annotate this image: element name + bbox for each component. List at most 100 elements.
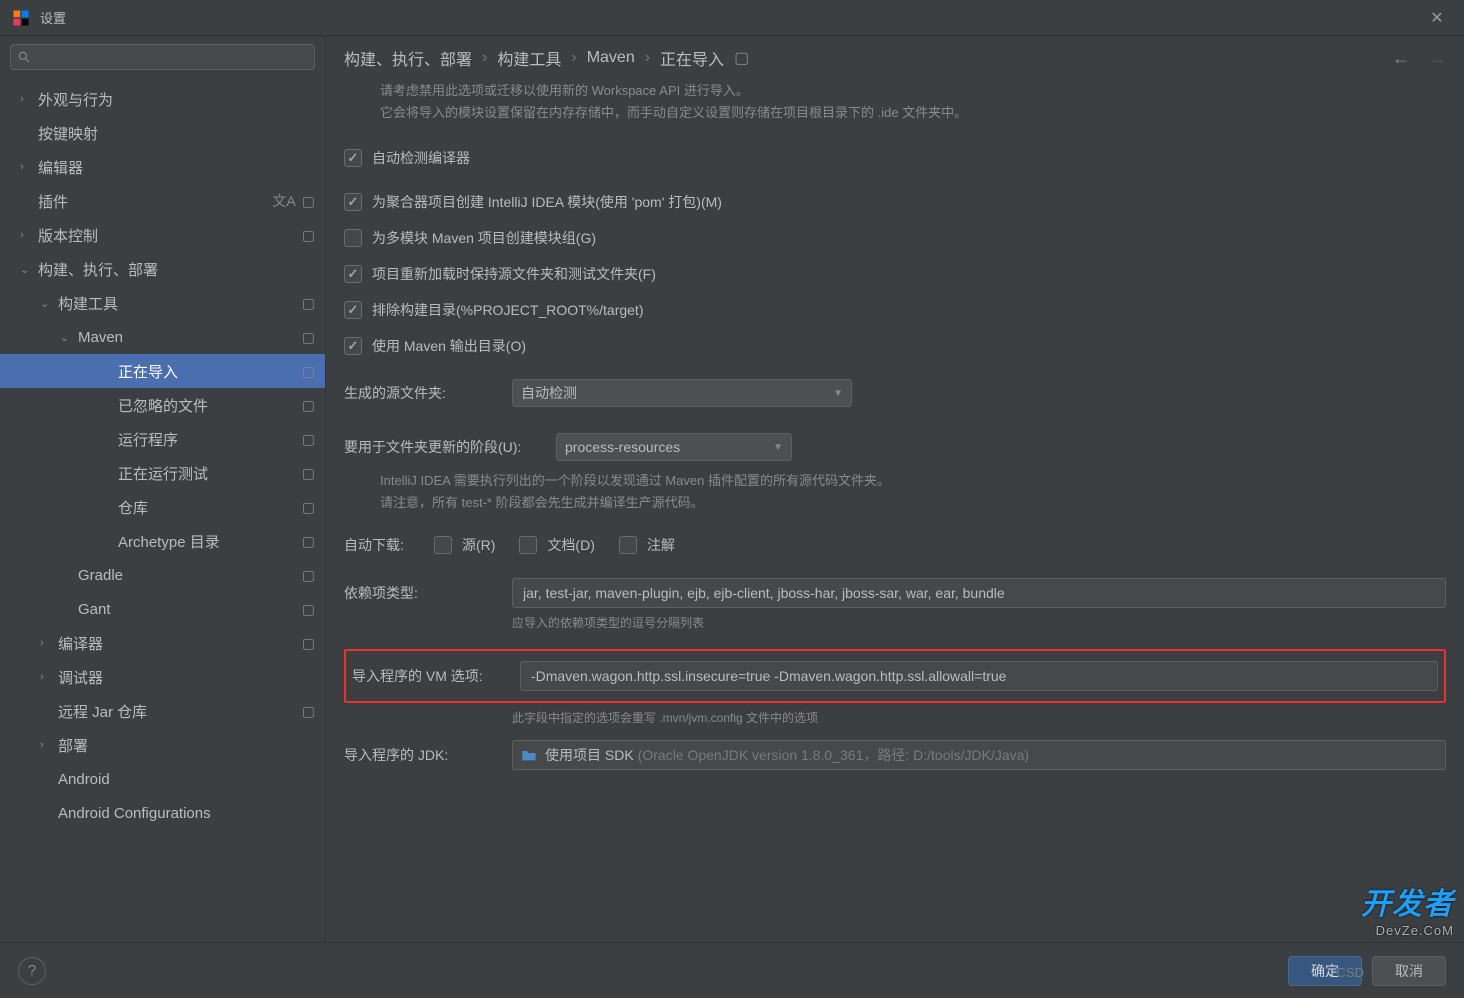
breadcrumb: 构建、执行、部署› 构建工具› Maven› 正在导入 ▢ ← → [326,36,1464,80]
dropdown-gen-src[interactable]: 自动检测▼ [512,379,852,407]
checkbox-exclude-build[interactable] [344,301,362,319]
nav-back-icon[interactable]: ← [1392,48,1410,69]
tree-item-label: 插件 [38,191,266,212]
tree-item-label: 调试器 [58,667,315,688]
tree-item[interactable]: Android Configurations [0,796,325,830]
tree-arrow-icon: › [20,229,34,241]
tree-item[interactable]: 运行程序▢ [0,422,325,456]
breadcrumb-item[interactable]: 构建、执行、部署 [344,46,472,70]
tree-item[interactable]: 正在运行测试▢ [0,456,325,490]
tree-item[interactable]: 仓库 ▢ [0,490,325,524]
label-gen-src: 生成的源文件夹: [344,383,512,403]
tree-item[interactable]: ›外观与行为 [0,82,325,116]
lang-badge-icon: 文A [272,191,295,211]
checkbox-multi-module[interactable] [344,229,362,247]
help-button[interactable]: ? [18,957,46,985]
window-title: 设置 [40,8,1422,27]
app-icon [12,9,30,27]
project-badge-icon: ▢ [302,703,315,720]
breadcrumb-item[interactable]: 构建工具 [497,46,561,70]
input-dep-types[interactable] [512,578,1446,608]
project-badge-icon: ▢ [302,227,315,244]
tree-item-label: Gant [78,601,296,618]
tree-item[interactable]: ›版本控制▢ [0,218,325,252]
tree-item[interactable]: ›调试器 [0,660,325,694]
hint-dep-types: 应导入的依赖项类型的逗号分隔列表 [512,614,1446,631]
project-badge-icon: ▢ [302,499,315,516]
dropdown-jdk[interactable]: 使用项目 SDK (Oracle OpenJDK version 1.8.0_3… [512,740,1446,770]
tree-item-label: 仓库 [118,497,296,518]
tree-arrow-icon: › [20,161,34,173]
tree-item-label: 运行程序 [118,429,296,450]
folder-icon [521,748,537,762]
tree-item-label: Android Configurations [58,805,315,822]
tree-item-label: 正在运行测试 [118,463,296,484]
checkbox-label: 为聚合器项目创建 IntelliJ IDEA 模块(使用 'pom' 打包)(M… [372,192,722,212]
tree-item-label: 编辑器 [38,157,315,178]
tree-item[interactable]: 远程 Jar 仓库 ▢ [0,694,325,728]
label-vm-opts: 导入程序的 VM 选项: [352,666,520,686]
project-badge-icon: ▢ [302,601,315,618]
tree-arrow-icon: ⌄ [20,263,34,276]
tree-arrow-icon: ⌄ [60,331,74,344]
tree-item-label: Android [58,771,315,788]
tree-item-label: Gradle [78,567,296,584]
search-input[interactable] [37,50,308,65]
tree-arrow-icon: › [40,637,54,649]
dropdown-phase[interactable]: process-resources▼ [556,433,792,461]
checkbox-doc[interactable] [519,536,537,554]
checkbox-auto-detect[interactable] [344,149,362,167]
tree-item[interactable]: Gant ▢ [0,592,325,626]
tree-item[interactable]: › 编辑器 [0,150,325,184]
tree-item-label: Maven [78,329,296,346]
tree-item[interactable]: 正在导入 ▢ [0,354,325,388]
tree-item-label: 按键映射 [38,123,315,144]
checkbox-label: 使用 Maven 输出目录(O) [372,336,526,356]
tree-item[interactable]: ›编译器▢ [0,626,325,660]
importing-panel: 请考虑禁用此选项或迁移以使用新的 Workspace API 进行导入。 它会将… [326,80,1464,942]
tree-item[interactable]: Archetype 目录▢ [0,524,325,558]
tree-item-label: 已忽略的文件 [118,395,296,416]
tree-item[interactable]: 按键映射 [0,116,325,150]
checkbox-maven-output[interactable] [344,337,362,355]
search-input-wrapper[interactable] [10,44,315,70]
tree-item[interactable]: ⌄ Maven ▢ [0,320,325,354]
tree-item-label: 构建、执行、部署 [38,259,315,280]
tree-item[interactable]: ⌄ 构建、执行、部署 [0,252,325,286]
tree-item[interactable]: Gradle▢ [0,558,325,592]
tree-item-label: 远程 Jar 仓库 [58,701,296,722]
tree-item-label: 正在导入 [118,361,296,382]
input-vm-opts[interactable] [520,661,1438,691]
tree-item[interactable]: Android [0,762,325,796]
checkbox-label: 为多模块 Maven 项目创建模块组(G) [372,228,596,248]
checkbox-keep-src[interactable] [344,265,362,283]
search-icon [17,50,31,64]
checkbox-aggregator[interactable] [344,193,362,211]
tree-item-label: Archetype 目录 [118,531,296,552]
checkbox-src[interactable] [434,536,452,554]
nav-forward-icon: → [1428,48,1446,69]
tree-item[interactable]: ›部署 [0,728,325,762]
tree-item[interactable]: ⌄构建工具▢ [0,286,325,320]
label-auto-download: 自动下载: [344,535,434,555]
settings-sidebar: ›外观与行为按键映射›编辑器插件文A▢›版本控制▢⌄构建、执行、部署⌄构建工具▢… [0,36,326,942]
tree-item[interactable]: 插件文A ▢ [0,184,325,218]
tree-item-label: 编译器 [58,633,296,654]
project-badge-icon: ▢ [302,193,315,210]
project-badge-icon: ▢ [302,329,315,346]
project-badge-icon: ▢ [302,397,315,414]
project-badge-icon: ▢ [302,295,315,312]
project-badge-icon: ▢ [302,363,315,380]
close-icon[interactable]: ✕ [1422,8,1452,28]
tree-item[interactable]: 已忽略的文件 ▢ [0,388,325,422]
breadcrumb-item[interactable]: Maven [587,49,635,67]
hint-vm-opts: 此字段中指定的选项会重写 .mvn/jvm.config 文件中的选项 [512,709,1446,726]
dialog-footer: ? 确定 取消CSD [0,942,1464,998]
settings-tree: ›外观与行为按键映射›编辑器插件文A▢›版本控制▢⌄构建、执行、部署⌄构建工具▢… [0,78,325,942]
tree-item-label: 构建工具 [58,293,296,314]
cancel-button[interactable]: 取消CSD [1372,956,1446,986]
checkbox-anno[interactable] [619,536,637,554]
checkbox-label: 项目重新加载时保持源文件夹和测试文件夹(F) [372,264,656,284]
checkbox-label: 排除构建目录(%PROJECT_ROOT%/target) [372,300,643,320]
tree-arrow-icon: › [40,739,54,751]
